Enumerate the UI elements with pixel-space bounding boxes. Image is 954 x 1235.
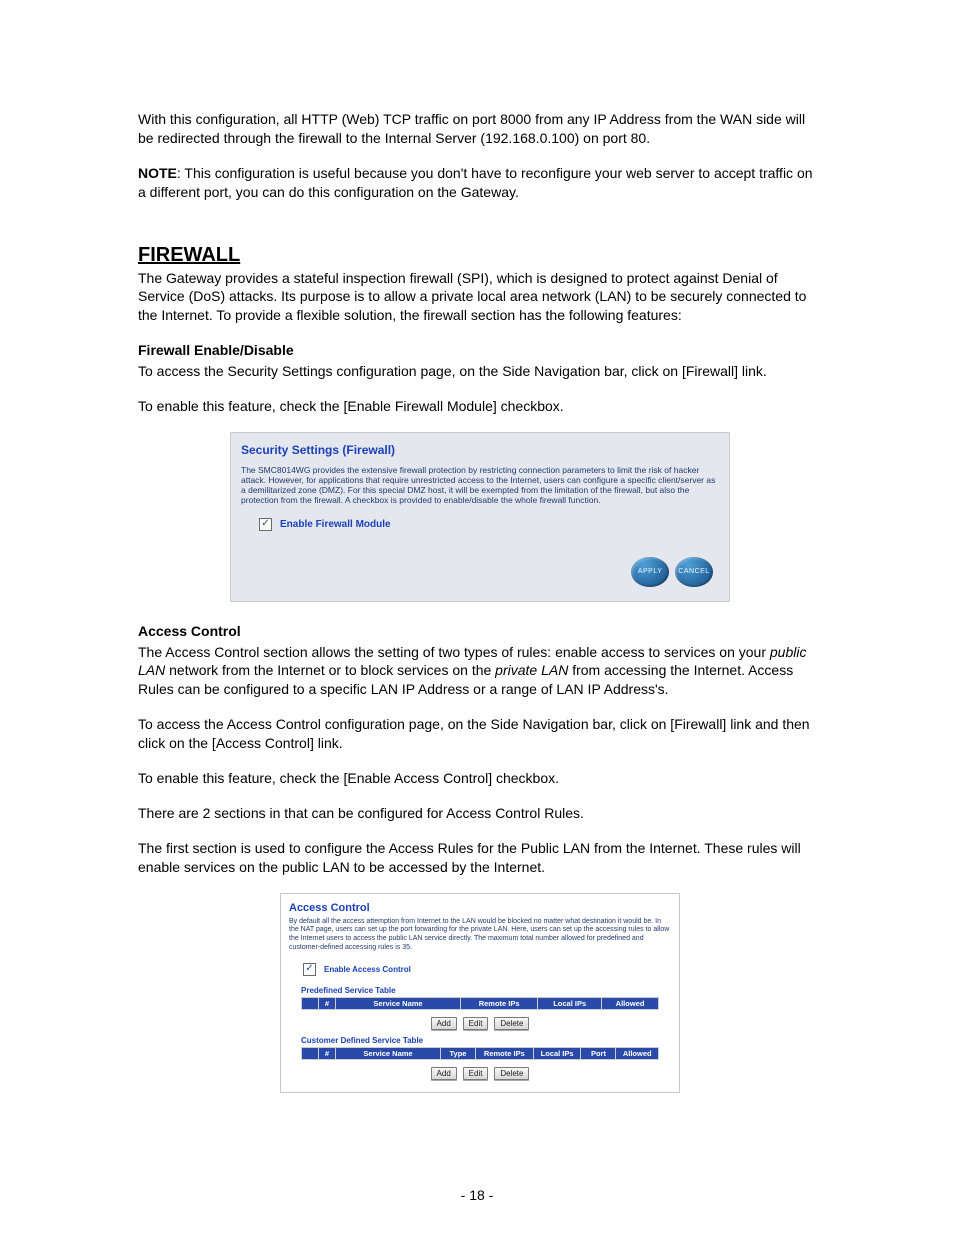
s1-title: Security Settings (Firewall): [241, 443, 719, 457]
predefined-table-heading: Predefined Service Table: [301, 986, 671, 995]
predef-add-button[interactable]: Add: [431, 1017, 457, 1030]
cust-col-check: [302, 1047, 319, 1059]
predef-col-check: [302, 997, 319, 1009]
cust-col-allowed: Allowed: [616, 1047, 659, 1059]
predef-col-local: Local IPs: [538, 997, 602, 1009]
cancel-button[interactable]: CANCEL: [675, 557, 713, 587]
cust-col-port: Port: [581, 1047, 616, 1059]
cust-add-button[interactable]: Add: [431, 1067, 457, 1080]
access-p2: To access the Access Control configurati…: [138, 715, 822, 753]
firewall-intro: The Gateway provides a stateful inspecti…: [138, 269, 822, 326]
access-p5: The first section is used to configure t…: [138, 839, 822, 877]
page-number: - 18 -: [0, 1187, 954, 1203]
access-p1-b: network from the Internet or to block se…: [165, 662, 495, 678]
access-p3: To enable this feature, check the [Enabl…: [138, 769, 822, 788]
note-label: NOTE: [138, 165, 177, 181]
predef-col-num: #: [319, 997, 336, 1009]
cust-col-type: Type: [441, 1047, 476, 1059]
predef-col-remote: Remote IPs: [461, 997, 538, 1009]
cust-col-name: Service Name: [336, 1047, 441, 1059]
screenshot-access-control: Access Control By default all the access…: [280, 893, 680, 1093]
s1-checkbox-label: Enable Firewall Module: [280, 519, 391, 530]
cust-col-local: Local IPs: [533, 1047, 581, 1059]
access-p1: The Access Control section allows the se…: [138, 643, 822, 700]
predef-delete-button[interactable]: Delete: [494, 1017, 529, 1030]
firewall-enable-p2: To enable this feature, check the [Enabl…: [138, 397, 822, 416]
intro-paragraph: With this configuration, all HTTP (Web) …: [138, 110, 822, 148]
cust-col-num: #: [319, 1047, 336, 1059]
note-text: : This configuration is useful because y…: [138, 165, 813, 200]
s1-description: The SMC8014WG provides the extensive fir…: [241, 465, 719, 506]
predefined-service-table: # Service Name Remote IPs Local IPs Allo…: [301, 997, 659, 1010]
predef-col-allowed: Allowed: [602, 997, 659, 1009]
predef-edit-button[interactable]: Edit: [463, 1017, 489, 1030]
firewall-heading: FIREWALL: [138, 244, 822, 267]
customer-defined-service-table: # Service Name Type Remote IPs Local IPs…: [301, 1047, 659, 1060]
predef-col-name: Service Name: [336, 997, 461, 1009]
page-container: With this configuration, all HTTP (Web) …: [0, 0, 954, 1235]
access-control-heading: Access Control: [138, 622, 822, 641]
s2-title: Access Control: [289, 902, 671, 914]
s2-description: By default all the access attemption fro…: [289, 918, 671, 953]
firewall-enable-p1: To access the Security Settings configur…: [138, 362, 822, 381]
enable-access-control-checkbox[interactable]: ✓: [303, 963, 316, 976]
access-p1-private: private LAN: [495, 662, 568, 678]
s1-checkbox-row: ✓ Enable Firewall Module: [241, 518, 719, 531]
access-p4: There are 2 sections in that can be conf…: [138, 804, 822, 823]
cust-col-remote: Remote IPs: [476, 1047, 534, 1059]
note-paragraph: NOTE: This configuration is useful becau…: [138, 164, 822, 202]
enable-firewall-checkbox[interactable]: ✓: [259, 518, 272, 531]
apply-button[interactable]: APPLY: [631, 557, 669, 587]
screenshot-security-settings: Security Settings (Firewall) The SMC8014…: [230, 432, 730, 602]
cust-edit-button[interactable]: Edit: [463, 1067, 489, 1080]
s2-checkbox-row: ✓ Enable Access Control: [289, 963, 671, 976]
access-p1-a: The Access Control section allows the se…: [138, 644, 770, 660]
firewall-enable-heading: Firewall Enable/Disable: [138, 341, 822, 360]
customer-table-heading: Customer Defined Service Table: [301, 1036, 671, 1045]
s2-checkbox-label: Enable Access Control: [324, 965, 411, 974]
cust-delete-button[interactable]: Delete: [494, 1067, 529, 1080]
